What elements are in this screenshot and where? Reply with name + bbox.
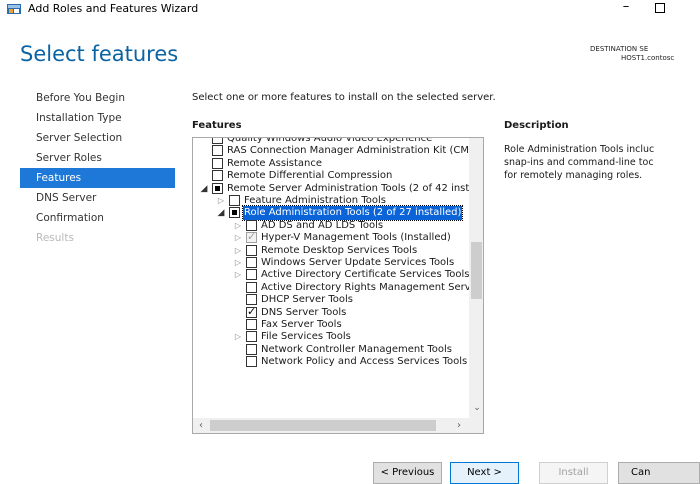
feature-checkbox[interactable] [212, 138, 223, 144]
feature-checkbox[interactable] [246, 356, 257, 368]
scrollbar-corner [469, 418, 483, 433]
description-heading: Description [504, 120, 569, 131]
nav-item-server-roles[interactable]: Server Roles [20, 148, 175, 168]
previous-button[interactable]: < Previous [373, 462, 442, 484]
feature-checkbox[interactable] [246, 244, 257, 256]
destination-server-label: DESTINATION SE [590, 45, 649, 53]
scroll-right-icon[interactable]: › [454, 419, 464, 432]
features-heading: Features [192, 120, 242, 131]
horizontal-scroll-thumb[interactable] [210, 420, 436, 431]
destination-server-host: HOST1.contosc [621, 54, 675, 62]
nav-item-before-you-begin[interactable]: Before You Begin [20, 88, 175, 108]
vertical-scrollbar[interactable]: ⌄ [469, 138, 483, 418]
feature-checkbox [246, 230, 257, 244]
description-line: for remotely managing roles. [504, 170, 643, 181]
feature-checkbox[interactable] [212, 145, 223, 157]
feature-checkbox[interactable] [246, 343, 257, 355]
cancel-button[interactable]: Can [618, 462, 700, 484]
horizontal-scrollbar[interactable]: ‹ › [193, 418, 469, 433]
feature-checkbox[interactable] [246, 257, 257, 268]
feature-checkbox[interactable] [212, 170, 223, 182]
title-bar: Add Roles and Features Wizard – [0, 0, 700, 22]
nav-item-results: Results [36, 232, 74, 244]
feature-checkbox[interactable] [229, 195, 240, 206]
maximize-button[interactable] [655, 3, 665, 13]
feature-checkbox[interactable] [246, 331, 257, 343]
install-button: Install [539, 462, 608, 484]
feature-checkbox[interactable] [246, 269, 257, 281]
feature-checkbox[interactable] [212, 157, 223, 169]
server-manager-icon [7, 4, 21, 14]
nav-item-installation-type[interactable]: Installation Type [20, 108, 175, 128]
features-tree-viewport: Quality Windows Audio Video Experience RA… [193, 138, 469, 418]
description-line: snap-ins and command-line toc [504, 157, 654, 168]
window-title: Add Roles and Features Wizard [28, 2, 199, 15]
tree-row-label[interactable]: Network Policy and Access Services Tools [260, 355, 468, 369]
instruction-text: Select one or more features to install o… [192, 92, 496, 103]
feature-checkbox[interactable] [246, 281, 257, 293]
feature-checkbox[interactable] [246, 219, 257, 231]
nav-item-confirmation[interactable]: Confirmation [20, 208, 175, 228]
nav-item-server-selection[interactable]: Server Selection [20, 128, 175, 148]
feature-checkbox[interactable] [246, 319, 257, 330]
description-line: Role Administration Tools incluc [504, 144, 654, 155]
page-title: Select features [20, 42, 179, 66]
feature-checkbox[interactable] [229, 207, 240, 219]
features-tree[interactable]: Quality Windows Audio Video Experience RA… [192, 137, 484, 434]
nav-item-dns-server[interactable]: DNS Server [20, 188, 175, 208]
feature-checkbox[interactable] [246, 294, 257, 306]
next-button[interactable]: Next > [450, 462, 519, 484]
feature-checkbox[interactable] [246, 305, 257, 318]
feature-checkbox[interactable] [212, 182, 223, 194]
scroll-down-icon[interactable]: ⌄ [472, 402, 482, 414]
minimize-button[interactable]: – [616, 0, 636, 18]
vertical-scroll-thumb[interactable] [471, 242, 482, 299]
tree-row[interactable]: Network Policy and Access Services Tools [193, 355, 469, 369]
scroll-left-icon[interactable]: ‹ [196, 419, 206, 432]
nav-item-features[interactable]: Features [20, 168, 175, 188]
description-text: Role Administration Tools incluc snap-in… [504, 143, 654, 182]
